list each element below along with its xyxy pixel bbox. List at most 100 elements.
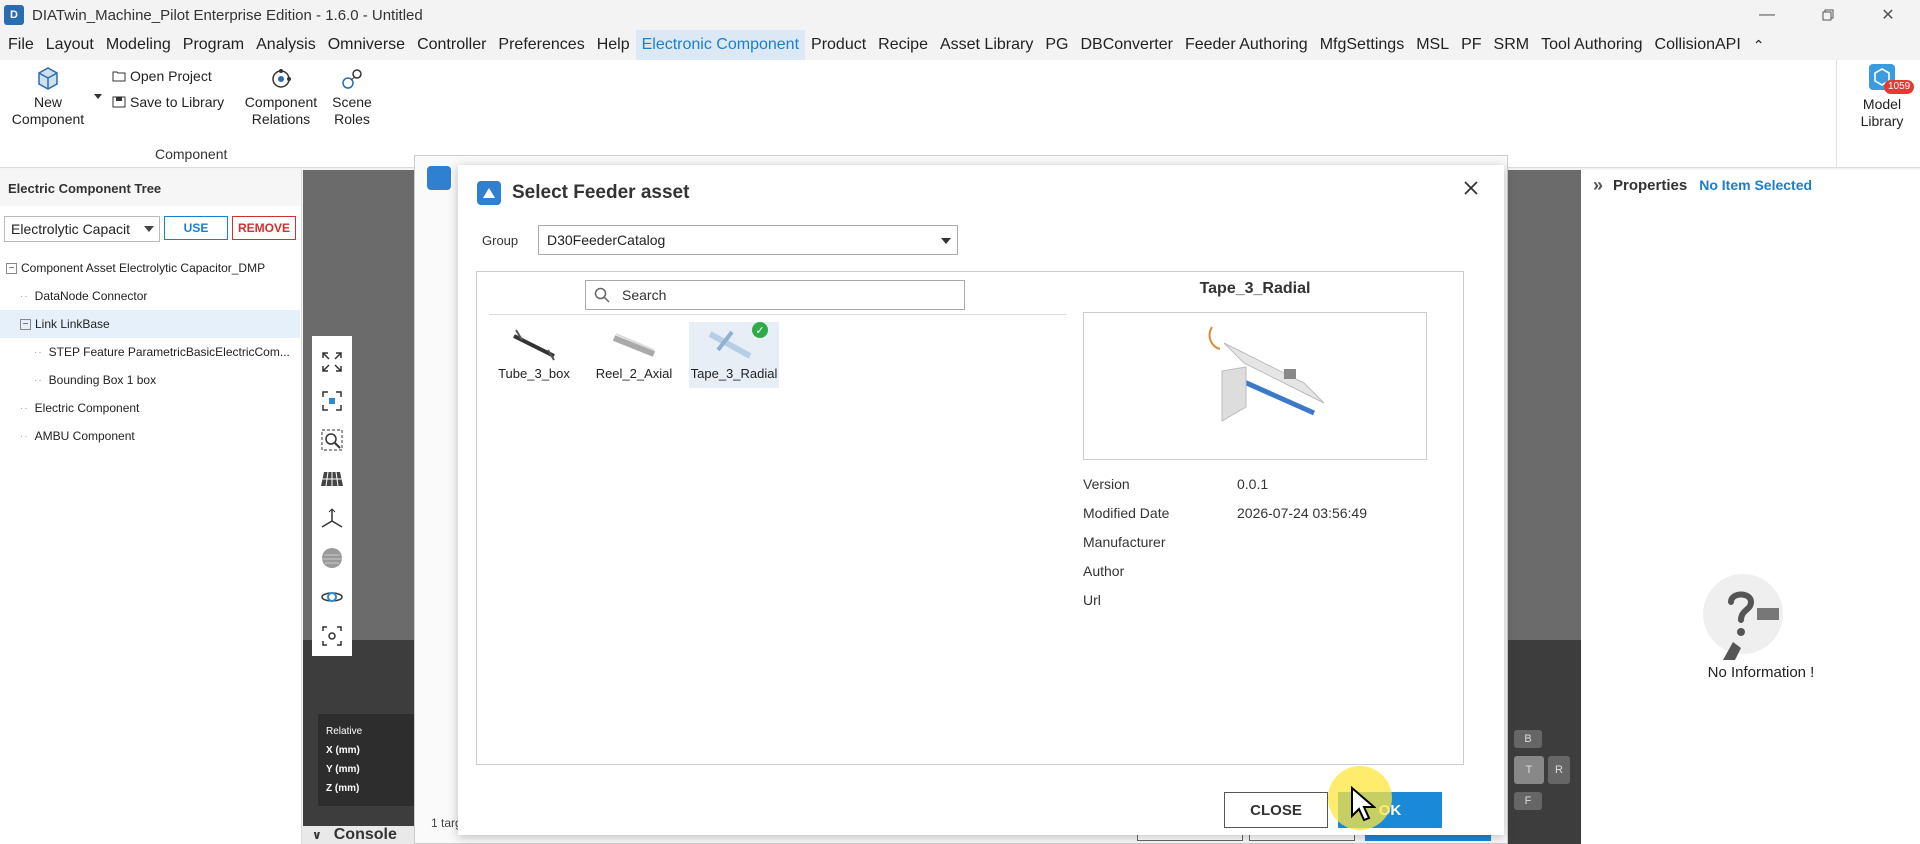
open-project-button[interactable]: Open Project bbox=[112, 68, 212, 84]
collapse-icon[interactable]: − bbox=[20, 318, 31, 330]
coord-x-label: X (mm) bbox=[326, 745, 360, 756]
shading-icon[interactable] bbox=[318, 544, 346, 571]
tree-node[interactable]: ·· DataNode Connector bbox=[0, 282, 300, 310]
viewcube-top[interactable]: T bbox=[1514, 756, 1544, 784]
asset-item[interactable]: Tube_3_box bbox=[489, 322, 579, 388]
menu-item-omniverse[interactable]: Omniverse bbox=[322, 30, 411, 60]
component-select-value: Electrolytic Capacit bbox=[11, 221, 131, 237]
menu-item-msl[interactable]: MSL bbox=[1410, 30, 1455, 60]
tree-node[interactable]: − Link LinkBase bbox=[0, 310, 300, 338]
collapse-icon[interactable]: − bbox=[6, 262, 17, 274]
no-item-selected-label: No Item Selected bbox=[1699, 177, 1813, 193]
tree-node[interactable]: ·· STEP Feature ParametricBasicElectricCo… bbox=[0, 338, 300, 366]
modified-date-value: 2026-07-24 03:56:49 bbox=[1237, 505, 1367, 521]
model-library-button[interactable]: 1059 Model Library bbox=[1852, 60, 1915, 130]
menu-item-analysis[interactable]: Analysis bbox=[250, 30, 322, 60]
menu-item-product[interactable]: Product bbox=[805, 30, 872, 60]
viewcube-right[interactable]: R bbox=[1548, 756, 1570, 784]
coord-z-label: Z (mm) bbox=[326, 783, 360, 794]
app-icon: D bbox=[4, 5, 24, 25]
double-chevron-right-icon[interactable]: » bbox=[1593, 175, 1603, 196]
asset-item[interactable]: Reel_2_Axial bbox=[589, 322, 679, 388]
window-title: DIATwin_Machine_Pilot Enterprise Edition… bbox=[32, 6, 423, 24]
tree-node[interactable]: ·· Bounding Box 1 box bbox=[0, 366, 300, 394]
console-toggle[interactable]: ∨ Console bbox=[302, 826, 422, 844]
menu-item-layout[interactable]: Layout bbox=[40, 30, 100, 60]
coordinates-readout: Relative X (mm) Y (mm) Z (mm) bbox=[318, 714, 414, 806]
menu-item-feeder-authoring[interactable]: Feeder Authoring bbox=[1179, 30, 1314, 60]
menu-item-help[interactable]: Help bbox=[591, 30, 636, 60]
search-icon bbox=[594, 287, 610, 303]
grid-icon[interactable] bbox=[318, 466, 346, 493]
minimize-icon[interactable]: — bbox=[1744, 0, 1790, 30]
save-to-library-button[interactable]: Save to Library bbox=[112, 94, 224, 110]
menu-item-pf[interactable]: PF bbox=[1455, 30, 1487, 60]
tree-node-label: AMBU Component bbox=[34, 429, 135, 443]
asset-name: Reel_2_Axial bbox=[595, 366, 673, 381]
component-relations-button[interactable]: Component Relations bbox=[238, 66, 324, 128]
tree-node-label: Link LinkBase bbox=[35, 317, 110, 331]
tree-connector: ·· bbox=[34, 346, 43, 358]
close-window-icon[interactable]: ✕ bbox=[1865, 0, 1911, 30]
menu-item-modeling[interactable]: Modeling bbox=[100, 30, 177, 60]
menu-item-preferences[interactable]: Preferences bbox=[492, 30, 590, 60]
tree-node[interactable]: ·· Electric Component bbox=[0, 394, 300, 422]
tree-connector: ·· bbox=[20, 430, 29, 442]
select-feeder-asset-dialog: Select Feeder asset Group D30FeederCatal… bbox=[458, 165, 1504, 835]
tree-connector: ·· bbox=[20, 402, 29, 414]
close-button[interactable]: CLOSE bbox=[1224, 792, 1328, 828]
tree-node[interactable]: ·· AMBU Component bbox=[0, 422, 300, 450]
tree-node[interactable]: − Component Asset Electrolytic Capacitor_… bbox=[0, 254, 300, 282]
menu-item-recipe[interactable]: Recipe bbox=[872, 30, 934, 60]
menu-bar: File Layout Modeling Program Analysis Omniver… bbox=[0, 30, 1920, 60]
menu-item-asset-library[interactable]: Asset Library bbox=[934, 30, 1039, 60]
asset-item-selected[interactable]: ✓ Tape_3_Radial bbox=[689, 322, 779, 388]
asset-browser: Search Tube_3_box Reel_2_Axial ✓ Tape_3_… bbox=[476, 271, 1464, 765]
zoom-icon[interactable] bbox=[318, 427, 346, 454]
menu-item-mfgsettings[interactable]: MfgSettings bbox=[1314, 30, 1410, 60]
menu-item-pg[interactable]: PG bbox=[1039, 30, 1074, 60]
view-toolbar bbox=[312, 336, 352, 656]
viewcube-front[interactable]: F bbox=[1514, 792, 1542, 810]
open-project-label: Open Project bbox=[130, 68, 212, 84]
menu-item-dbconverter[interactable]: DBConverter bbox=[1074, 30, 1178, 60]
detail-title: Tape_3_Radial bbox=[1199, 280, 1311, 297]
fit-all-icon[interactable] bbox=[318, 348, 346, 375]
collapse-ribbon-icon[interactable]: ⌃ bbox=[1747, 30, 1771, 60]
focus-icon[interactable] bbox=[318, 623, 346, 650]
mouse-cursor-icon bbox=[1351, 786, 1376, 822]
coord-y-label: Y (mm) bbox=[326, 764, 360, 775]
restore-icon[interactable] bbox=[1805, 0, 1851, 30]
viewcube-back[interactable]: B bbox=[1514, 730, 1542, 748]
menu-item-file[interactable]: File bbox=[2, 30, 40, 60]
properties-title: Properties bbox=[1613, 176, 1688, 194]
scene-roles-button[interactable]: Scene Roles bbox=[326, 66, 378, 128]
menu-item-program[interactable]: Program bbox=[177, 30, 250, 60]
group-select[interactable]: D30FeederCatalog bbox=[538, 225, 958, 255]
chevron-down-icon bbox=[941, 238, 951, 244]
no-information-icon bbox=[1703, 574, 1783, 660]
component-select[interactable]: Electrolytic Capacit bbox=[4, 216, 160, 242]
fit-selection-icon[interactable] bbox=[318, 387, 346, 414]
remove-button[interactable]: REMOVE bbox=[232, 216, 296, 240]
dialog-close-icon[interactable] bbox=[1458, 175, 1484, 201]
new-component-button[interactable]: New Component bbox=[10, 66, 86, 128]
new-component-label: New Component bbox=[11, 94, 85, 127]
menu-item-collisionapi[interactable]: CollisionAPI bbox=[1649, 30, 1747, 60]
tree-controls: Electrolytic Capacit USE REMOVE bbox=[4, 216, 296, 242]
new-component-dropdown-icon[interactable] bbox=[94, 94, 102, 99]
menu-item-tool-authoring[interactable]: Tool Authoring bbox=[1535, 30, 1648, 60]
tree-node-label: DataNode Connector bbox=[34, 289, 148, 303]
menu-item-controller[interactable]: Controller bbox=[411, 30, 492, 60]
menu-item-srm[interactable]: SRM bbox=[1488, 30, 1536, 60]
model-library-badge: 1059 bbox=[1884, 80, 1915, 94]
orbit-icon[interactable] bbox=[318, 584, 346, 611]
menu-item-electronic-component[interactable]: Electronic Component bbox=[635, 30, 806, 60]
title-bar: D DIATwin_Machine_Pilot Enterprise Editi… bbox=[0, 0, 1920, 30]
tube-feeder-thumbnail bbox=[513, 329, 555, 361]
axis-icon[interactable] bbox=[318, 505, 346, 532]
panel-title: Electric Component Tree bbox=[0, 170, 301, 206]
asset-preview bbox=[1083, 312, 1427, 460]
search-input[interactable]: Search bbox=[585, 280, 965, 310]
use-button[interactable]: USE bbox=[164, 216, 228, 240]
